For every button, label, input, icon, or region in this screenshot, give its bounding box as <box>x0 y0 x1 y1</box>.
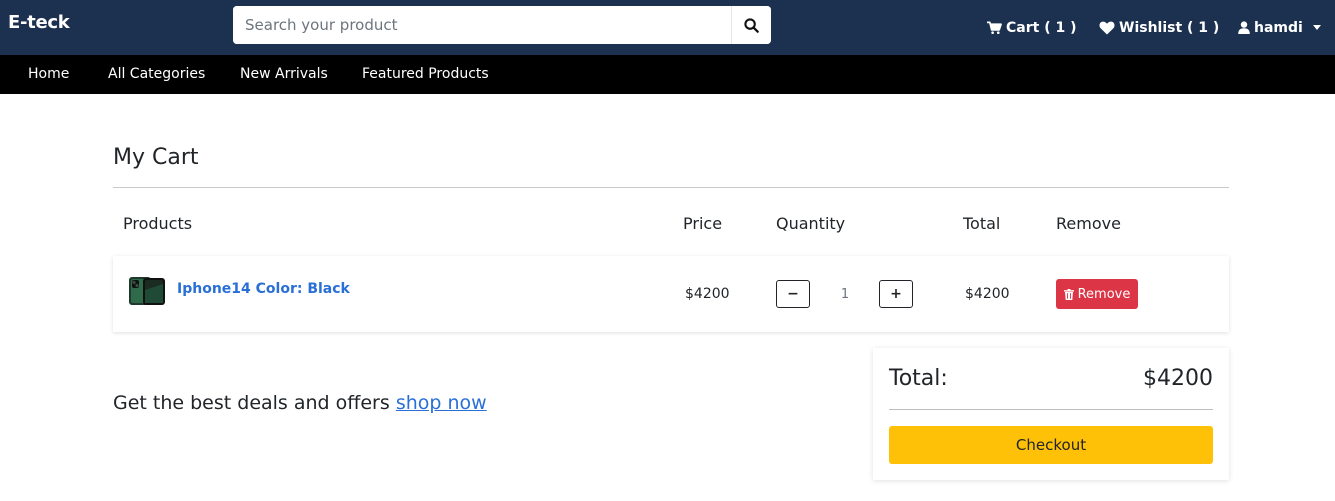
title-divider <box>113 187 1229 188</box>
checkout-button[interactable]: Checkout <box>889 426 1213 464</box>
search-input[interactable] <box>233 6 730 44</box>
summary-total-value: $4200 <box>1143 366 1213 391</box>
column-header-total: Total <box>963 214 1001 233</box>
nav-item-all-categories[interactable]: All Categories <box>108 55 205 94</box>
search-bar <box>233 6 771 44</box>
cart-label: Cart ( 1 ) <box>1006 19 1077 36</box>
nav-item-home[interactable]: Home <box>28 55 69 94</box>
search-icon <box>744 17 759 33</box>
summary-divider <box>889 409 1213 410</box>
product-price: $4200 <box>685 286 730 302</box>
shop-now-link[interactable]: shop now <box>396 392 487 414</box>
summary-total-label: Total: <box>889 366 948 391</box>
line-total: $4200 <box>965 286 1010 302</box>
user-menu[interactable]: hamdi <box>1238 0 1321 55</box>
wishlist-label: Wishlist ( 1 ) <box>1119 19 1220 36</box>
column-header-price: Price <box>683 214 723 233</box>
column-header-products: Products <box>123 214 193 233</box>
wishlist-link[interactable]: Wishlist ( 1 ) <box>1099 0 1219 55</box>
nav-item-new-arrivals[interactable]: New Arrivals <box>240 55 328 94</box>
column-header-remove: Remove <box>1056 214 1121 233</box>
promo-text: Get the best deals and offers shop now <box>113 392 487 414</box>
product-name-link[interactable]: Iphone14 Color: Black <box>177 281 350 297</box>
page-title: My Cart <box>113 145 199 170</box>
brand-logo[interactable]: E-teck <box>8 12 70 33</box>
remove-label: Remove <box>1077 286 1131 302</box>
column-header-quantity: Quantity <box>776 214 846 233</box>
cart-link[interactable]: Cart ( 1 ) <box>987 0 1076 55</box>
top-header: E-teck Cart ( 1 ) Wishlist ( 1 ) hamd <box>0 0 1335 55</box>
quantity-value: 1 <box>840 287 850 302</box>
remove-button[interactable]: Remove <box>1056 279 1138 309</box>
product-thumbnail[interactable] <box>128 276 166 306</box>
nav-item-featured-products[interactable]: Featured Products <box>362 55 489 94</box>
user-icon <box>1238 21 1250 34</box>
quantity-decrease-button[interactable]: − <box>776 280 810 308</box>
heart-icon <box>1099 21 1115 34</box>
quantity-increase-button[interactable]: + <box>879 280 913 308</box>
search-button[interactable] <box>731 6 771 44</box>
trash-icon <box>1063 288 1074 300</box>
promo-message: Get the best deals and offers <box>113 392 390 414</box>
chevron-down-icon <box>1312 25 1321 30</box>
cart-icon <box>987 21 1002 34</box>
user-name: hamdi <box>1254 19 1303 36</box>
main-nav: Home All Categories New Arrivals Feature… <box>0 55 1335 94</box>
